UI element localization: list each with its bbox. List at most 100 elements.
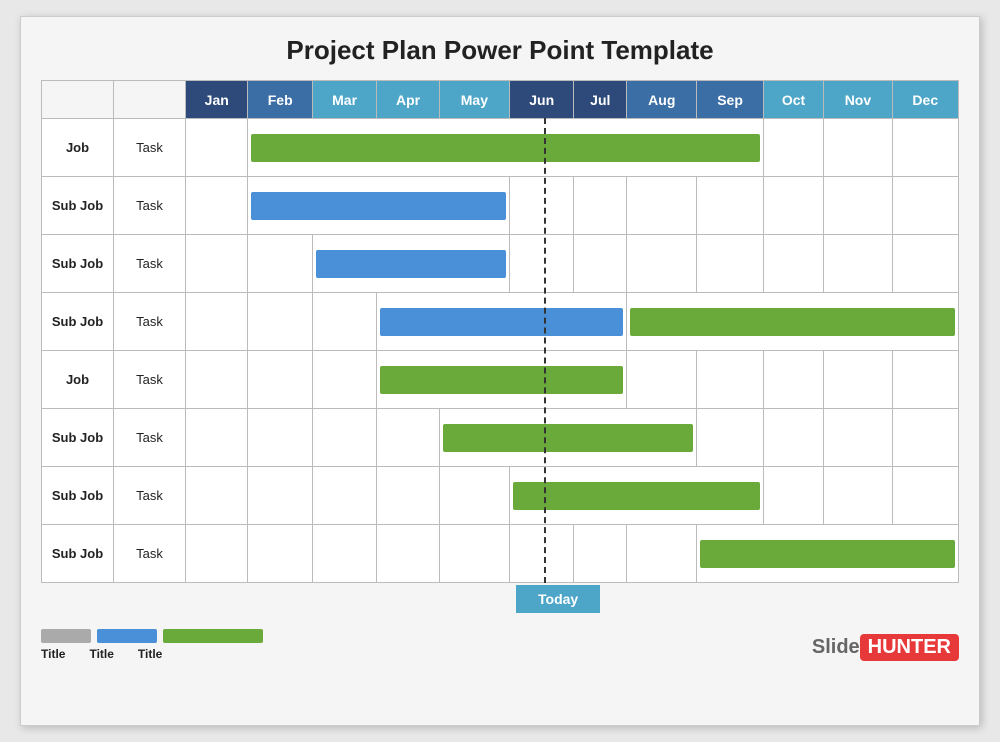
cell-8-feb [248, 525, 312, 583]
legend-label-1: Title [41, 647, 65, 661]
cell-7-mar [312, 467, 376, 525]
job-label-7: Sub Job [42, 467, 114, 525]
legend-bar-green [163, 629, 263, 643]
cell-8-bar [697, 525, 959, 583]
today-line [544, 118, 546, 583]
legend-label-3: Title [138, 647, 162, 661]
cell-3-bar [312, 235, 509, 293]
bar-blue-3 [316, 250, 506, 278]
cell-5-oct [763, 351, 824, 409]
cell-7-bar [510, 467, 764, 525]
bar-green-1 [251, 134, 759, 162]
table-row: Sub Job Task [42, 467, 959, 525]
table-row: Sub Job Task [42, 177, 959, 235]
cell-3-dec [892, 235, 958, 293]
cell-5-mar [312, 351, 376, 409]
table-row: Job Task [42, 351, 959, 409]
job-label-2: Sub Job [42, 177, 114, 235]
th-jan: Jan [186, 81, 248, 119]
bar-blue-4 [380, 308, 623, 336]
cell-6-feb [248, 409, 312, 467]
cell-8-jul [574, 525, 627, 583]
bar-green-5 [380, 366, 623, 394]
cell-1-bar [248, 119, 763, 177]
th-apr: Apr [377, 81, 439, 119]
cell-2-sep [697, 177, 763, 235]
th-may: May [439, 81, 509, 119]
cell-2-jan [186, 177, 248, 235]
cell-5-jan [186, 351, 248, 409]
cell-6-nov [824, 409, 892, 467]
table-row: Sub Job Task [42, 409, 959, 467]
th-oct: Oct [763, 81, 824, 119]
cell-2-bar [248, 177, 510, 235]
task-label-1: Task [114, 119, 186, 177]
cell-8-may [439, 525, 509, 583]
cell-3-oct [763, 235, 824, 293]
cell-6-mar [312, 409, 376, 467]
cell-8-mar [312, 525, 376, 583]
cell-7-may [439, 467, 509, 525]
bar-blue-2 [251, 192, 506, 220]
th-mar: Mar [312, 81, 376, 119]
cell-2-dec [892, 177, 958, 235]
cell-1-nov [824, 119, 892, 177]
gantt-container: Jan Feb Mar Apr May Jun Jul Aug Sep Oct … [41, 80, 959, 583]
slidehunter-logo: Slide HUNTER [812, 634, 959, 661]
legend-labels: Title Title Title [41, 647, 263, 661]
th-sep: Sep [697, 81, 763, 119]
cell-3-nov [824, 235, 892, 293]
task-label-3: Task [114, 235, 186, 293]
cell-3-jul [574, 235, 627, 293]
cell-4-mar [312, 293, 376, 351]
cell-1-dec [892, 119, 958, 177]
job-label-8: Sub Job [42, 525, 114, 583]
legend-label-2: Title [89, 647, 113, 661]
th-jul: Jul [574, 81, 627, 119]
today-button[interactable]: Today [516, 585, 600, 613]
th-dec: Dec [892, 81, 958, 119]
logo-hunter-text: HUNTER [860, 634, 959, 661]
cell-5-nov [824, 351, 892, 409]
bar-green-7 [513, 482, 760, 510]
cell-5-bar [377, 351, 627, 409]
table-row: Sub Job Task [42, 293, 959, 351]
legend: Title Title Title [41, 629, 263, 661]
cell-6-apr [377, 409, 439, 467]
cell-3-feb [248, 235, 312, 293]
legend-row: Title Title Title Slide HUNTER [41, 629, 959, 661]
cell-5-dec [892, 351, 958, 409]
job-label-6: Sub Job [42, 409, 114, 467]
cell-7-oct [763, 467, 824, 525]
bar-green-8 [700, 540, 955, 568]
legend-bar-blue [97, 629, 157, 643]
cell-7-jan [186, 467, 248, 525]
cell-4-bar-green [627, 293, 959, 351]
cell-2-jun [510, 177, 574, 235]
cell-4-feb [248, 293, 312, 351]
cell-7-apr [377, 467, 439, 525]
cell-3-jan [186, 235, 248, 293]
job-label-4: Sub Job [42, 293, 114, 351]
cell-2-aug [627, 177, 697, 235]
cell-5-sep [697, 351, 763, 409]
cell-8-jun [510, 525, 574, 583]
cell-3-jun [510, 235, 574, 293]
th-aug: Aug [627, 81, 697, 119]
cell-6-bar [439, 409, 697, 467]
bar-green-4 [630, 308, 955, 336]
cell-3-sep [697, 235, 763, 293]
cell-5-feb [248, 351, 312, 409]
today-row: Today [41, 585, 959, 625]
cell-6-sep [697, 409, 763, 467]
slide: Project Plan Power Point Template Jan Fe… [20, 16, 980, 726]
cell-6-oct [763, 409, 824, 467]
table-row: Job Task [42, 119, 959, 177]
cell-2-oct [763, 177, 824, 235]
gantt-table: Jan Feb Mar Apr May Jun Jul Aug Sep Oct … [41, 80, 959, 583]
cell-4-bar-blue [377, 293, 627, 351]
cell-8-apr [377, 525, 439, 583]
cell-7-nov [824, 467, 892, 525]
task-label-5: Task [114, 351, 186, 409]
job-label-5: Job [42, 351, 114, 409]
